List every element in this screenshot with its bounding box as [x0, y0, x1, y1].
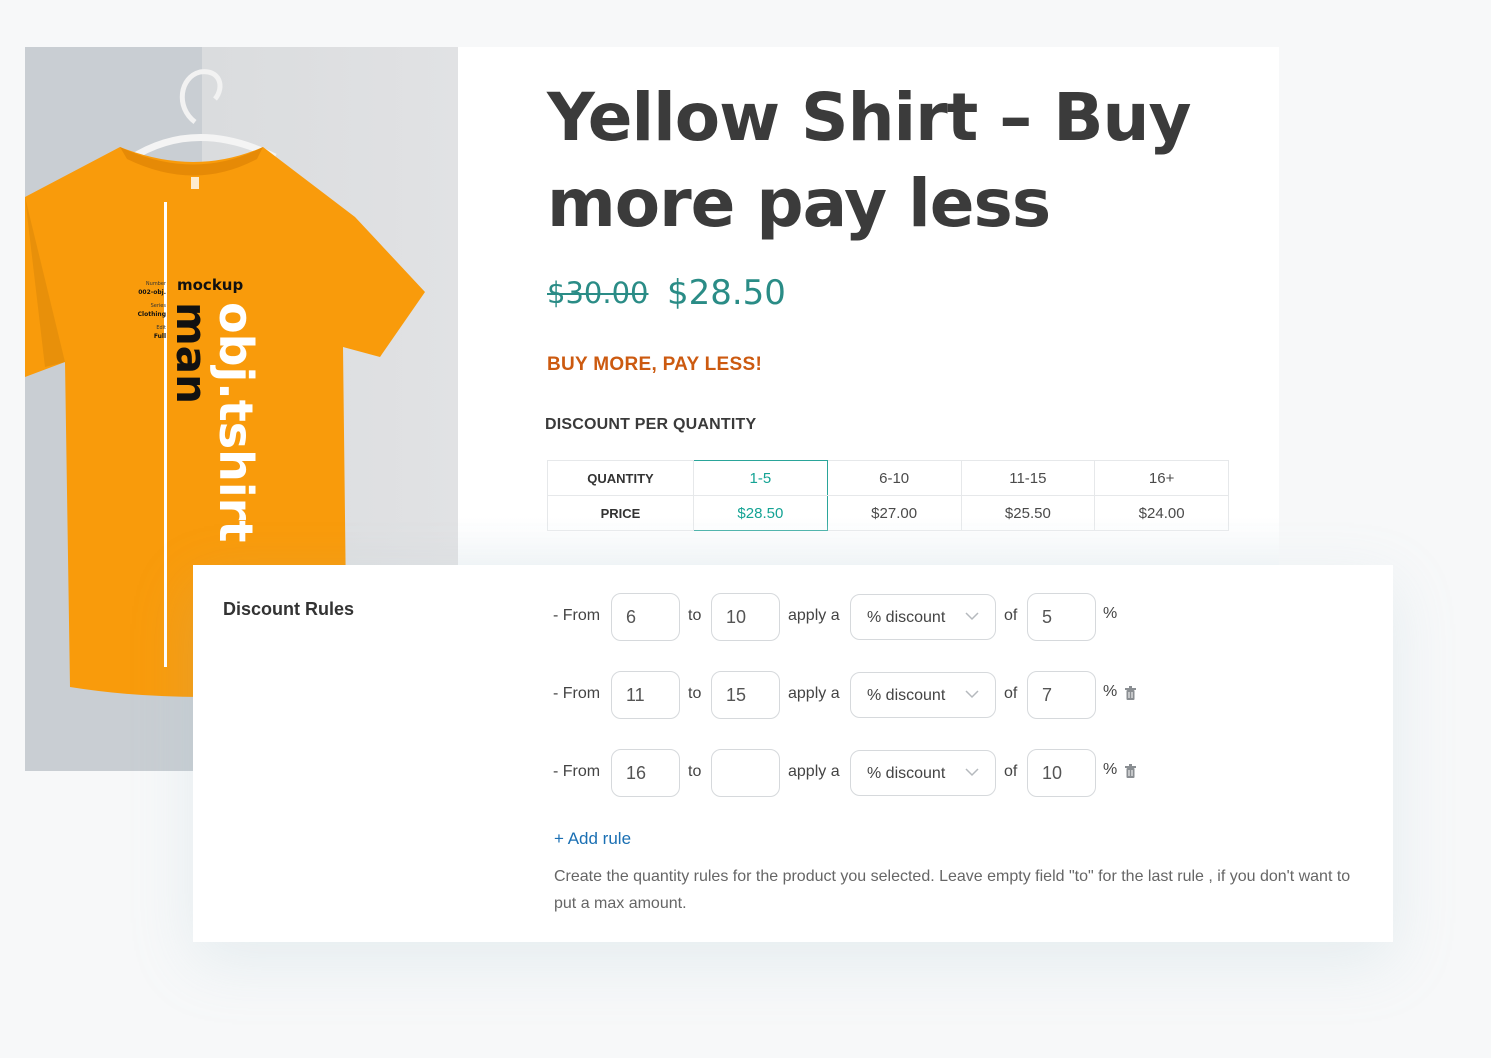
rules-help-text: Create the quantity rules for the produc… [554, 868, 1351, 912]
svg-text:obj.tshirt: obj.tshirt [209, 302, 263, 542]
trash-icon[interactable] [1125, 764, 1136, 778]
original-price: $30.00 [547, 276, 649, 310]
trash-icon[interactable] [1125, 686, 1136, 700]
svg-text:Number: Number [146, 281, 167, 287]
to-label: to [688, 763, 702, 780]
apply-label: apply a [788, 685, 840, 702]
from-input[interactable]: 6 [611, 593, 680, 641]
discount-type-select[interactable]: % discount [850, 750, 996, 796]
chevron-down-icon [965, 768, 979, 777]
of-label: of [1004, 763, 1018, 780]
percent-label: % [1103, 761, 1118, 778]
percent-label: % [1103, 605, 1118, 622]
promo-heading: BUY MORE, PAY LESS! [547, 354, 763, 375]
to-input[interactable]: 10 [711, 593, 780, 641]
to-label: to [688, 607, 702, 624]
price-row: $30.00 $28.50 [547, 273, 786, 313]
discount-type-value: % discount [867, 687, 946, 704]
tier-quantity-cell[interactable]: 1-5 [693, 460, 828, 496]
svg-text:Series: Series [151, 303, 167, 309]
chevron-down-icon [965, 690, 979, 699]
svg-text:mockup: mockup [177, 276, 243, 294]
from-label: - From [553, 763, 601, 780]
tier-quantity-cell[interactable]: 16+ [1094, 460, 1229, 496]
tier-quantity-cell[interactable]: 6-10 [826, 460, 962, 496]
apply-label: apply a [788, 763, 840, 780]
apply-label: apply a [788, 607, 840, 624]
to-input[interactable] [711, 749, 780, 797]
quantity-row: QUANTITY 1-5 6-10 11-15 16+ [547, 460, 1229, 496]
of-label: of [1004, 685, 1018, 702]
discount-per-quantity-heading: DISCOUNT PER QUANTITY [545, 416, 757, 433]
add-rule-link[interactable]: + Add rule [554, 829, 631, 849]
from-input[interactable]: 16 [611, 749, 680, 797]
from-input[interactable]: 11 [611, 671, 680, 719]
amount-input[interactable]: 10 [1027, 749, 1096, 797]
tier-quantity-cell[interactable]: 11-15 [960, 460, 1096, 496]
of-label: of [1004, 607, 1018, 624]
discount-rules-label: Discount Rules [223, 599, 355, 619]
discount-rules-panel: Discount Rules - From 6 to 10 apply a % … [193, 565, 1393, 942]
percent-label: % [1103, 683, 1118, 700]
discount-type-value: % discount [867, 609, 946, 626]
product-title: Yellow Shirt – Buy more pay less [547, 79, 1192, 242]
chevron-down-icon [965, 612, 979, 621]
svg-text:man: man [167, 302, 216, 404]
discount-type-select[interactable]: % discount [850, 594, 996, 640]
discount-type-value: % discount [867, 765, 946, 782]
quantity-row-label: QUANTITY [547, 460, 694, 496]
from-label: - From [553, 685, 601, 702]
amount-input[interactable]: 5 [1027, 593, 1096, 641]
to-input[interactable]: 15 [711, 671, 780, 719]
from-label: - From [553, 607, 601, 624]
svg-text:Edit: Edit [156, 325, 166, 331]
amount-input[interactable]: 7 [1027, 671, 1096, 719]
to-label: to [688, 685, 702, 702]
discount-type-select[interactable]: % discount [850, 672, 996, 718]
sale-price: $28.50 [666, 273, 786, 313]
svg-text:002-obj.: 002-obj. [138, 289, 166, 296]
svg-text:Full: Full [154, 333, 166, 340]
svg-text:Clothing: Clothing [138, 311, 166, 318]
